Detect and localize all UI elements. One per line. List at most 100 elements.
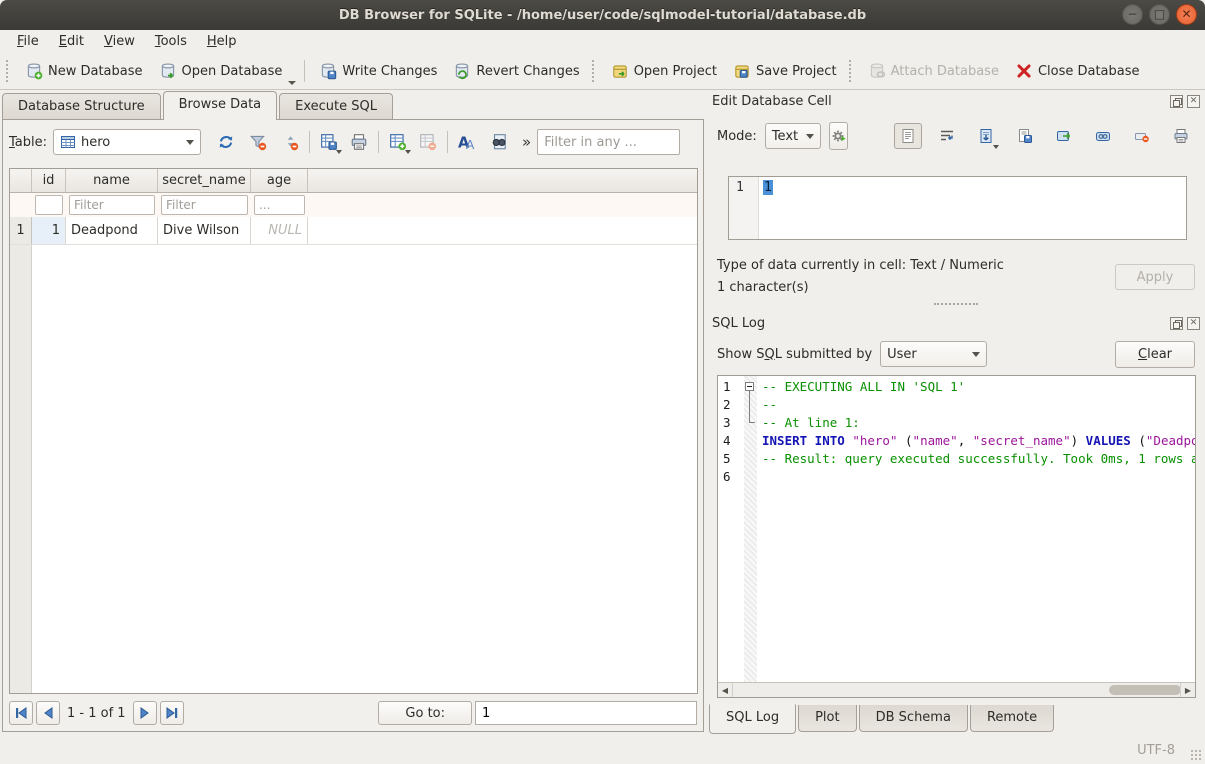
open-database-button[interactable]: Open Database [151,58,291,84]
refresh-button[interactable] [213,129,239,155]
cell-editor[interactable]: 1 1 [728,176,1187,240]
close-database-icon [1015,62,1033,80]
horizontal-scrollbar[interactable]: ◀ ▶ [718,682,1195,697]
chevron-down-icon [993,145,999,149]
export-cell-button[interactable] [1011,123,1039,149]
column-header-name[interactable]: name [66,169,158,192]
tab-browse-data[interactable]: Browse Data [163,91,278,120]
filter-input-age[interactable] [254,195,305,215]
next-record-button[interactable] [133,701,157,725]
tab-remote[interactable]: Remote [970,705,1054,732]
sql-log-view[interactable]: 1-- EXECUTING ALL IN 'SQL 1'2--3-- At li… [717,375,1196,698]
font-encoding-button[interactable]: AA [454,129,480,155]
float-dock-button[interactable] [1170,317,1183,330]
column-header-id[interactable]: id [32,169,66,192]
write-changes-label: Write Changes [342,64,437,79]
menu-tools[interactable]: Tools [146,32,196,51]
filter-input-id[interactable] [35,195,63,215]
new-database-icon [25,62,43,80]
write-changes-button[interactable]: Write Changes [311,58,445,84]
menu-file[interactable]: File [8,32,48,51]
edit-link-button[interactable] [1089,123,1117,149]
scrollbar-thumb[interactable] [1109,685,1181,695]
close-database-button[interactable]: Close Database [1007,58,1148,84]
data-grid[interactable]: id name secret_name age 1 1 [9,168,698,694]
menu-help[interactable]: Help [198,32,246,51]
open-external-button[interactable] [1050,123,1078,149]
filter-input-name[interactable] [69,195,155,215]
browse-toolbar-separator [378,131,379,153]
sql-log-controls: Show SQL submitted by User Clear [717,340,1195,368]
tab-db-schema[interactable]: DB Schema [859,705,968,732]
goto-input[interactable] [475,701,697,725]
save-project-button[interactable]: Save Project [725,58,845,84]
text-mode-toggle[interactable] [894,123,922,149]
tab-execute-sql[interactable]: Execute SQL [279,93,393,120]
column-header-age[interactable]: age [251,169,308,192]
cell-editor-icons [894,123,1195,149]
new-database-button[interactable]: New Database [17,58,151,84]
print-cell-button[interactable] [1167,123,1195,149]
toolbar-overflow-chevron[interactable]: » [522,133,531,151]
scroll-left-arrow[interactable]: ◀ [718,683,733,697]
print-table-button[interactable] [346,129,372,155]
link-icon [1095,128,1111,144]
float-dock-button[interactable] [1170,95,1183,108]
word-wrap-toggle[interactable] [933,123,961,149]
clear-filters-button[interactable] [245,129,271,155]
last-record-button[interactable] [160,701,184,725]
browse-toolbar-separator [447,131,448,153]
cell-age[interactable]: NULL [251,217,308,244]
menu-view[interactable]: View [95,32,144,51]
tab-database-structure[interactable]: Database Structure [2,93,161,120]
revert-changes-button[interactable]: Revert Changes [445,58,587,84]
cell-name[interactable]: Deadpond [66,217,158,244]
tab-sql-log[interactable]: SQL Log [709,704,796,734]
minimize-button[interactable]: − [1122,4,1143,25]
show-sql-label: Show SQL submitted by [717,347,872,362]
goto-button[interactable]: Go to: [378,701,472,725]
export-save-icon [1017,128,1033,144]
menu-edit[interactable]: Edit [50,32,93,51]
clear-sort-button[interactable] [277,129,303,155]
clear-sort-icon [281,133,299,151]
save-table-button[interactable] [316,129,342,155]
previous-record-button[interactable] [36,701,60,725]
mode-select[interactable]: Text [765,123,821,149]
close-dock-button[interactable]: ✕ [1187,95,1200,108]
find-in-table-button[interactable] [486,129,512,155]
clear-log-button[interactable]: Clear [1115,341,1195,368]
first-record-button[interactable] [9,701,33,725]
scroll-right-arrow[interactable]: ▶ [1180,683,1195,697]
sql-log-dock-title: SQL Log ✕ [712,314,1200,332]
open-project-button[interactable]: Open Project [603,58,725,84]
new-record-button[interactable] [385,129,411,155]
toolbar-handle[interactable] [6,60,13,82]
toolbar-handle[interactable] [592,60,599,82]
sql-source-select[interactable]: User [880,341,987,367]
column-header-secret-name[interactable]: secret_name [158,169,251,192]
toolbar-handle[interactable] [849,60,856,82]
set-null-button[interactable] [1128,123,1156,149]
filter-input-secret-name[interactable] [161,195,248,215]
row-header[interactable]: 1 [10,217,32,244]
titlebar[interactable]: DB Browser for SQLite - /home/user/code/… [0,0,1205,30]
auto-apply-button[interactable] [829,122,848,150]
toolbar-separator [304,60,305,82]
tab-plot[interactable]: Plot [798,705,857,732]
resize-grip[interactable] [1190,749,1203,762]
window-controls: − □ ✕ [1122,4,1197,25]
cell-secret-name[interactable]: Dive Wilson [158,217,251,244]
open-database-dropdown[interactable] [288,81,296,85]
chevron-down-icon [405,150,411,154]
cell-editor-value[interactable]: 1 [763,180,773,195]
close-button[interactable]: ✕ [1176,4,1197,25]
cell-id[interactable]: 1 [32,217,66,244]
table-select[interactable]: hero [53,129,201,155]
close-dock-button[interactable]: ✕ [1187,317,1200,330]
maximize-button[interactable]: □ [1149,4,1170,25]
grid-corner[interactable] [10,169,32,192]
dock-splitter-handle[interactable] [934,303,978,307]
filter-any-input[interactable] [537,129,680,155]
import-cell-button[interactable] [972,123,1000,149]
